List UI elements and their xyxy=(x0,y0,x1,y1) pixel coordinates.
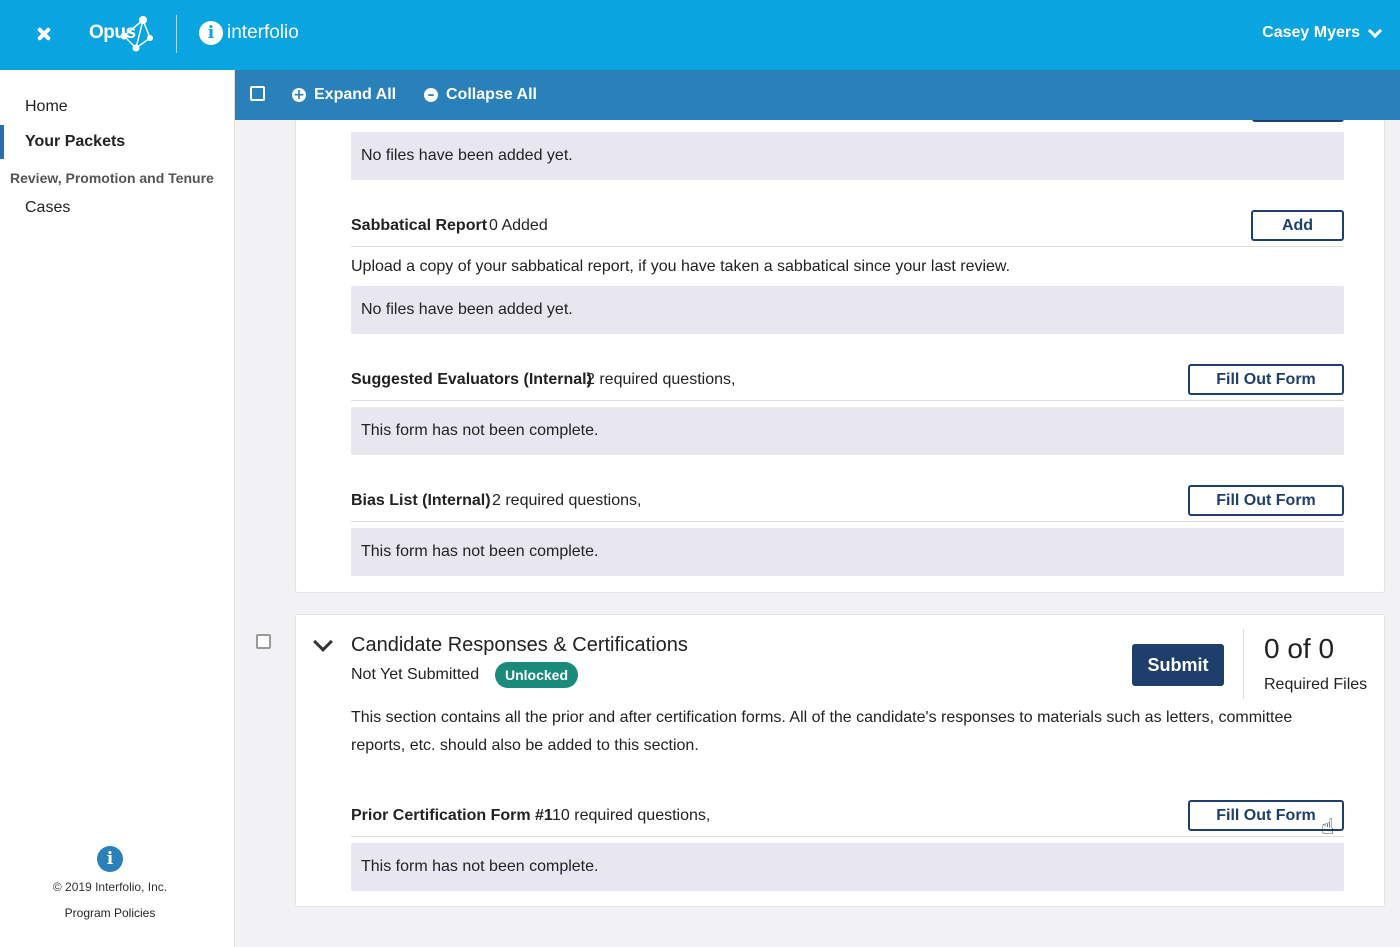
chevron-down-icon xyxy=(1367,23,1383,38)
suggested-evaluators-row: Suggested Evaluators (Internal) 2 requir… xyxy=(351,364,1344,401)
sidebar-item-cases[interactable]: Cases xyxy=(0,191,235,225)
item-title: Sabbatical Report xyxy=(351,217,488,234)
item-description: Upload a copy of your sabbatical report,… xyxy=(351,258,1011,275)
unlocked-badge: Unlocked xyxy=(495,662,579,688)
user-menu[interactable]: Casey Myers xyxy=(1262,23,1383,42)
required-files-count: 0 of 0 xyxy=(1264,633,1335,664)
sidebar-item-your-packets[interactable]: Your Packets xyxy=(0,125,235,159)
expand-all-button[interactable]: + Expand All xyxy=(292,86,396,104)
required-files-label: Required Files xyxy=(1264,676,1368,693)
plus-circle-icon: + xyxy=(292,87,306,103)
form-status-message: This form has not been complete. xyxy=(351,528,1344,576)
section-title: Candidate Responses & Certifications xyxy=(351,634,688,656)
interfolio-logo: interfolio xyxy=(227,22,299,43)
interfolio-info-icon: i xyxy=(199,21,223,45)
item-required-questions: 2 required questions, xyxy=(492,492,642,509)
section-description-line1: This section contains all the prior and … xyxy=(351,709,1293,726)
top-header: Opus i interfolio Casey Myers xyxy=(0,0,1400,70)
item-required-questions: 2 required questions, xyxy=(586,371,736,388)
expand-all-label: Expand All xyxy=(314,86,397,103)
item-title: Bias List (Internal) xyxy=(351,492,491,509)
sidebar-item-home[interactable]: Home xyxy=(0,90,235,124)
opus-network-icon xyxy=(120,16,153,52)
packet-section-card: No files have been added yet. Sabbatical… xyxy=(295,106,1385,593)
sidebar: Home Your Packets Review, Promotion and … xyxy=(0,70,235,947)
prior-certification-row: Prior Certification Form #1 10 required … xyxy=(351,800,1344,837)
select-all-checkbox[interactable] xyxy=(250,86,265,101)
user-name: Casey Myers xyxy=(1262,24,1360,41)
bias-list-row: Bias List (Internal) 2 required question… xyxy=(351,485,1344,522)
add-button[interactable]: Add xyxy=(1251,210,1344,241)
sabbatical-report-row: Sabbatical Report 0 Added Add xyxy=(351,210,1344,247)
empty-files-message: No files have been added yet. xyxy=(351,286,1344,334)
section-select-checkbox[interactable] xyxy=(256,634,271,649)
fill-out-form-button[interactable]: Fill Out Form xyxy=(1188,800,1344,831)
item-title: Prior Certification Form #1 xyxy=(351,807,553,824)
chevron-down-icon[interactable] xyxy=(313,632,333,652)
candidate-responses-section: Candidate Responses & Certifications Not… xyxy=(295,614,1385,907)
logo-divider xyxy=(176,15,177,53)
interfolio-info-icon: i xyxy=(97,846,123,872)
form-status-message: This form has not been complete. xyxy=(351,843,1344,891)
minus-circle-icon: – xyxy=(424,88,438,102)
fill-out-form-button[interactable]: Fill Out Form xyxy=(1188,364,1344,395)
divider xyxy=(1243,629,1244,699)
submit-button[interactable]: Submit xyxy=(1132,644,1224,686)
fill-out-form-button[interactable]: Fill Out Form xyxy=(1188,485,1344,516)
collapse-all-label: Collapse All xyxy=(446,86,537,103)
collapse-all-button[interactable]: – Collapse All xyxy=(424,86,537,104)
close-icon[interactable] xyxy=(30,21,58,49)
packet-toolbar: + Expand All – Collapse All xyxy=(235,70,1400,120)
copyright-text: © 2019 Interfolio, Inc. xyxy=(52,880,168,894)
form-status-message: This form has not been complete. xyxy=(351,407,1344,455)
item-count: 0 Added xyxy=(489,217,548,234)
program-policies-link[interactable]: Program Policies xyxy=(0,906,220,920)
item-title: Suggested Evaluators (Internal) xyxy=(351,371,592,388)
item-required-questions: 10 required questions, xyxy=(552,807,711,824)
empty-files-message: No files have been added yet. xyxy=(351,132,1344,180)
submission-status: Not Yet Submitted xyxy=(351,666,480,683)
section-description-line2: reports, etc. should also be added to th… xyxy=(351,737,699,754)
sidebar-group-label: Review, Promotion and Tenure xyxy=(10,170,214,186)
